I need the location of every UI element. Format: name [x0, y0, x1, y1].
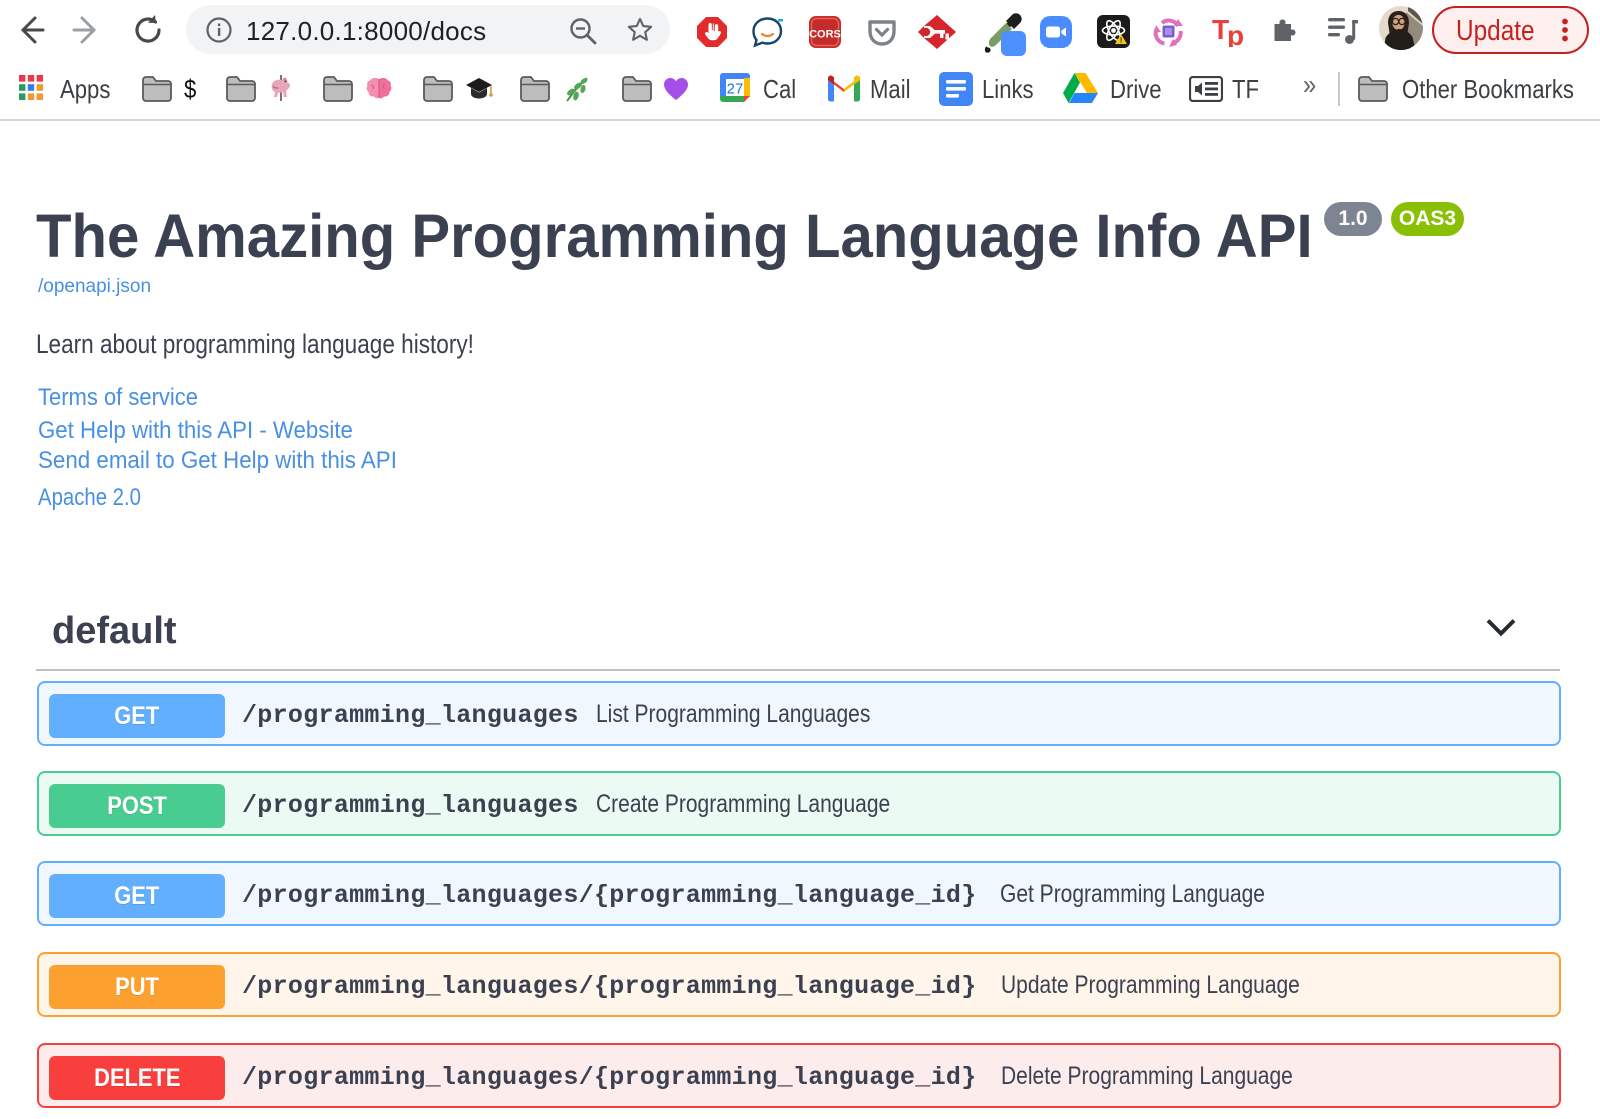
- svg-text:!: !: [1120, 38, 1122, 45]
- svg-text:CORS: CORS: [809, 29, 841, 41]
- svg-text:p: p: [1227, 20, 1244, 47]
- svg-text:27: 27: [727, 81, 744, 98]
